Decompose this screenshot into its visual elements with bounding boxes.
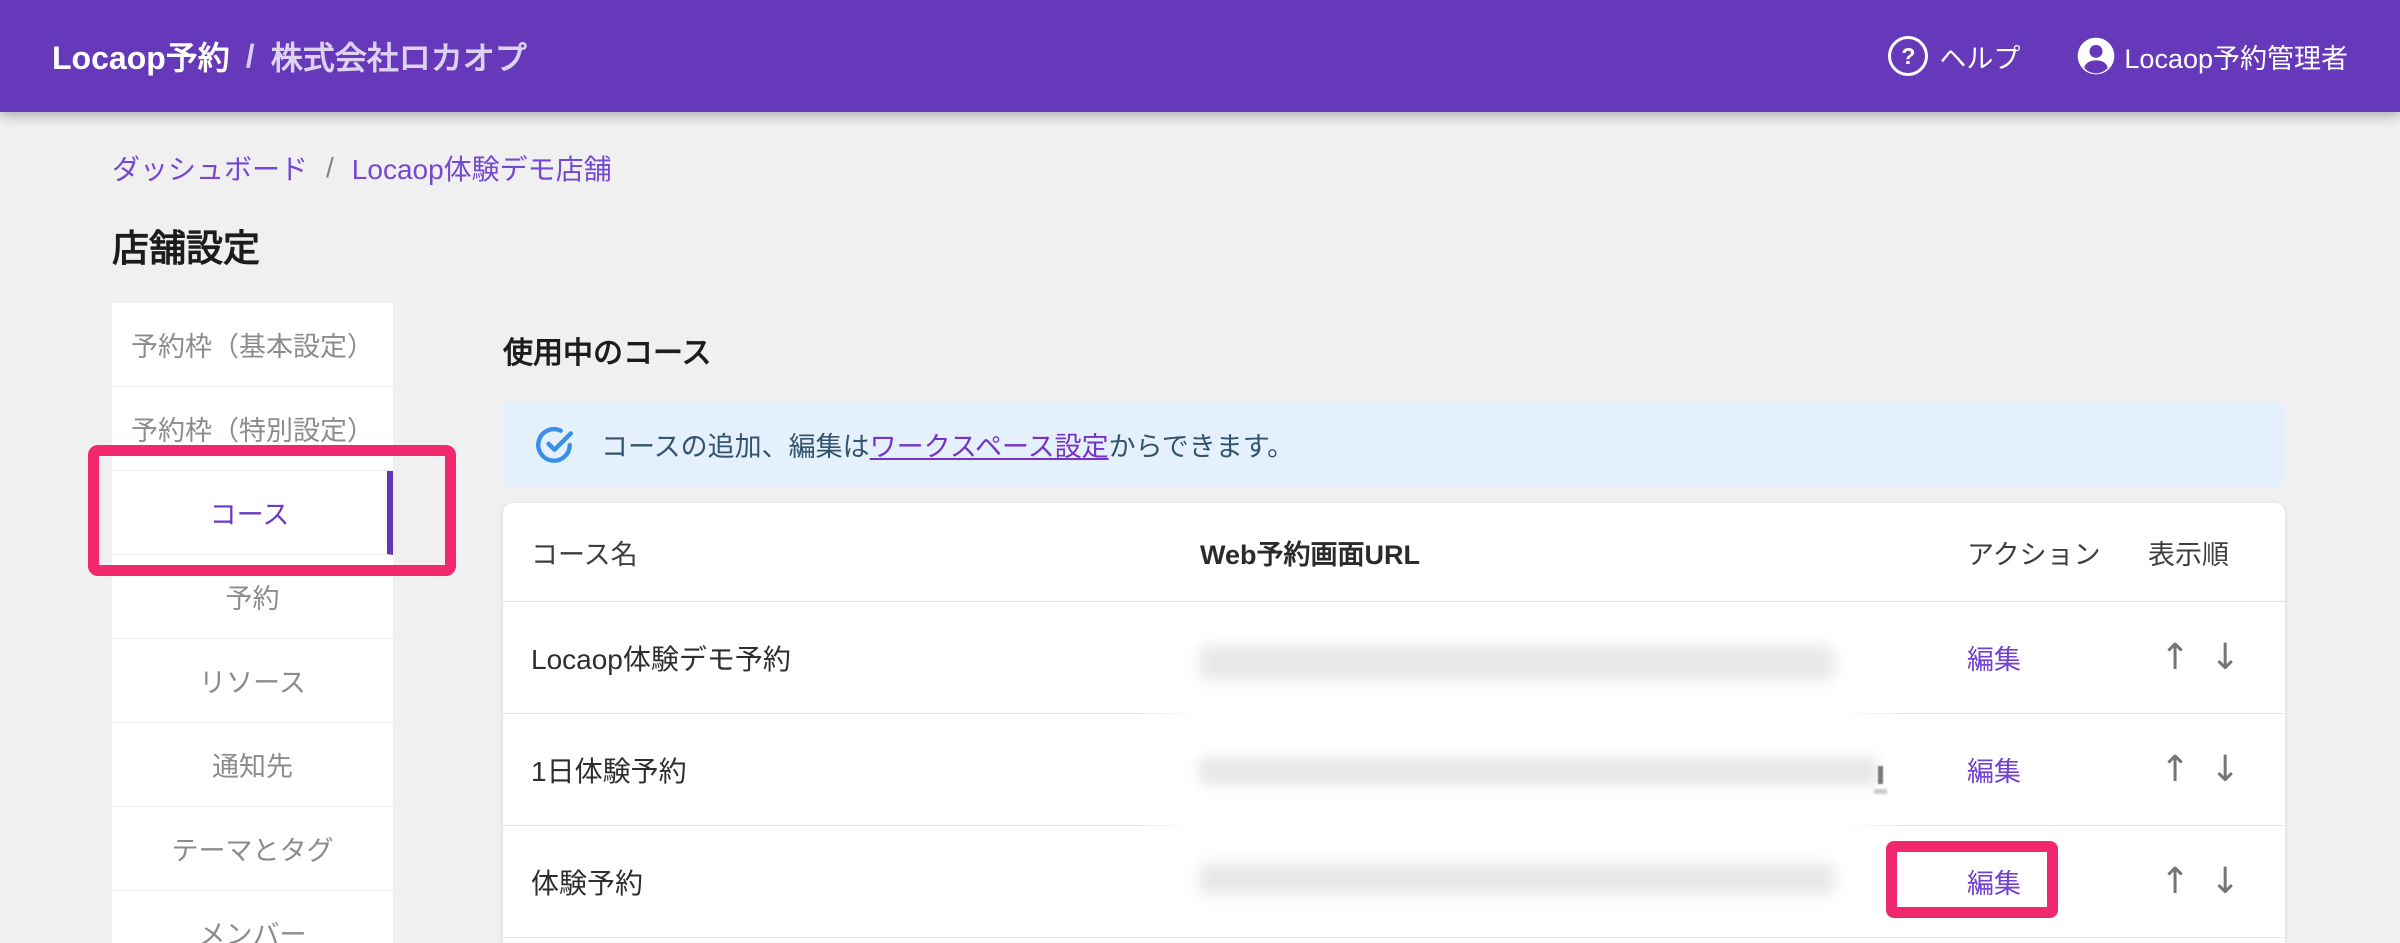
table-row: Locaop体験デモ予約 編集 ↑ ↓ [503, 602, 2285, 714]
user-menu-button[interactable]: Locaop予約管理者 [2076, 36, 2348, 76]
store-settings-nav: 予約枠（基本設定） 予約枠（特別設定） コース 予約 リソース 通知先 テーマと… [112, 303, 393, 943]
sidebar-item-course[interactable]: コース [112, 471, 393, 555]
help-label: ヘルプ [1939, 37, 2020, 76]
section-heading: 使用中のコース [503, 328, 712, 372]
workspace-settings-link[interactable]: ワークスペース設定 [870, 432, 1109, 462]
sidebar-item-theme-tags[interactable]: テーマとタグ [112, 807, 393, 891]
banner-text: コースの追加、編集はワークスペース設定からできます。 [601, 425, 1294, 464]
question-mark-icon: ? [1888, 36, 1928, 76]
breadcrumb-dashboard-link[interactable]: ダッシュボード [112, 148, 308, 188]
sidebar-item-resource[interactable]: リソース [112, 639, 393, 723]
breadcrumb-separator: / [326, 152, 334, 184]
header-actions: ? ヘルプ Locaop予約管理者 [1888, 36, 2348, 76]
sidebar-item-notification[interactable]: 通知先 [112, 723, 393, 807]
arrow-up-icon[interactable]: ↑ [2160, 640, 2190, 676]
user-name-label: Locaop予約管理者 [2124, 37, 2348, 76]
table-row: 体験予約 編集 ↑ ↓ [503, 826, 2285, 938]
help-button[interactable]: ? ヘルプ [1888, 36, 2020, 76]
arrow-down-icon[interactable]: ↓ [2210, 864, 2240, 900]
app-title: Locaop予約 [52, 33, 230, 79]
breadcrumb: ダッシュボード / Locaop体験デモ店舗 [112, 148, 612, 188]
check-circle-icon [533, 424, 575, 466]
account-circle-icon [2076, 36, 2116, 76]
column-header-action: アクション [1967, 533, 2148, 572]
column-header-order: 表示順 [2148, 533, 2285, 572]
edit-link-row-1[interactable]: 編集 [1967, 645, 2021, 675]
column-header-course-name: コース名 [503, 533, 1200, 572]
sidebar-item-booking-slots-basic[interactable]: 予約枠（基本設定） [112, 303, 393, 387]
table-header-row: コース名 Web予約画面URL アクション 表示順 [503, 503, 2285, 602]
arrow-down-icon[interactable]: ↓ [2210, 752, 2240, 788]
course-name: 体験予約 [503, 862, 1200, 902]
arrow-up-icon[interactable]: ↑ [2160, 864, 2190, 900]
course-name: 1日体験予約 [503, 750, 1200, 790]
brand-separator: / [246, 38, 255, 75]
course-name: Locaop体験デモ予約 [503, 638, 1200, 678]
edit-link-row-3[interactable]: 編集 [1967, 869, 2021, 899]
info-banner: コースの追加、編集はワークスペース設定からできます。 [503, 402, 2285, 487]
app-header: Locaop予約 / 株式会社ロカオプ ? ヘルプ Locaop予約管理者 [0, 0, 2400, 112]
arrow-down-icon[interactable]: ↓ [2210, 640, 2240, 676]
arrow-up-icon[interactable]: ↑ [2160, 752, 2190, 788]
breadcrumb-store-link[interactable]: Locaop体験デモ店舗 [352, 148, 612, 188]
sidebar-item-member[interactable]: メンバー [112, 891, 393, 943]
sidebar-item-reservation[interactable]: 予約 [112, 555, 393, 639]
app-brand: Locaop予約 / 株式会社ロカオプ [52, 33, 527, 79]
sidebar-item-booking-slots-special[interactable]: 予約枠（特別設定） [112, 387, 393, 471]
column-header-url: Web予約画面URL [1200, 533, 1967, 572]
edit-link-row-2[interactable]: 編集 [1967, 757, 2021, 787]
course-table-card: コース名 Web予約画面URL アクション 表示順 Locaop体験デモ予約 編… [503, 503, 2285, 943]
workspace-name: 株式会社ロカオプ [271, 33, 527, 79]
table-row: 1日体験予約 編集 ↑ ↓ [503, 714, 2285, 826]
page-title: 店舗設定 [112, 218, 260, 272]
